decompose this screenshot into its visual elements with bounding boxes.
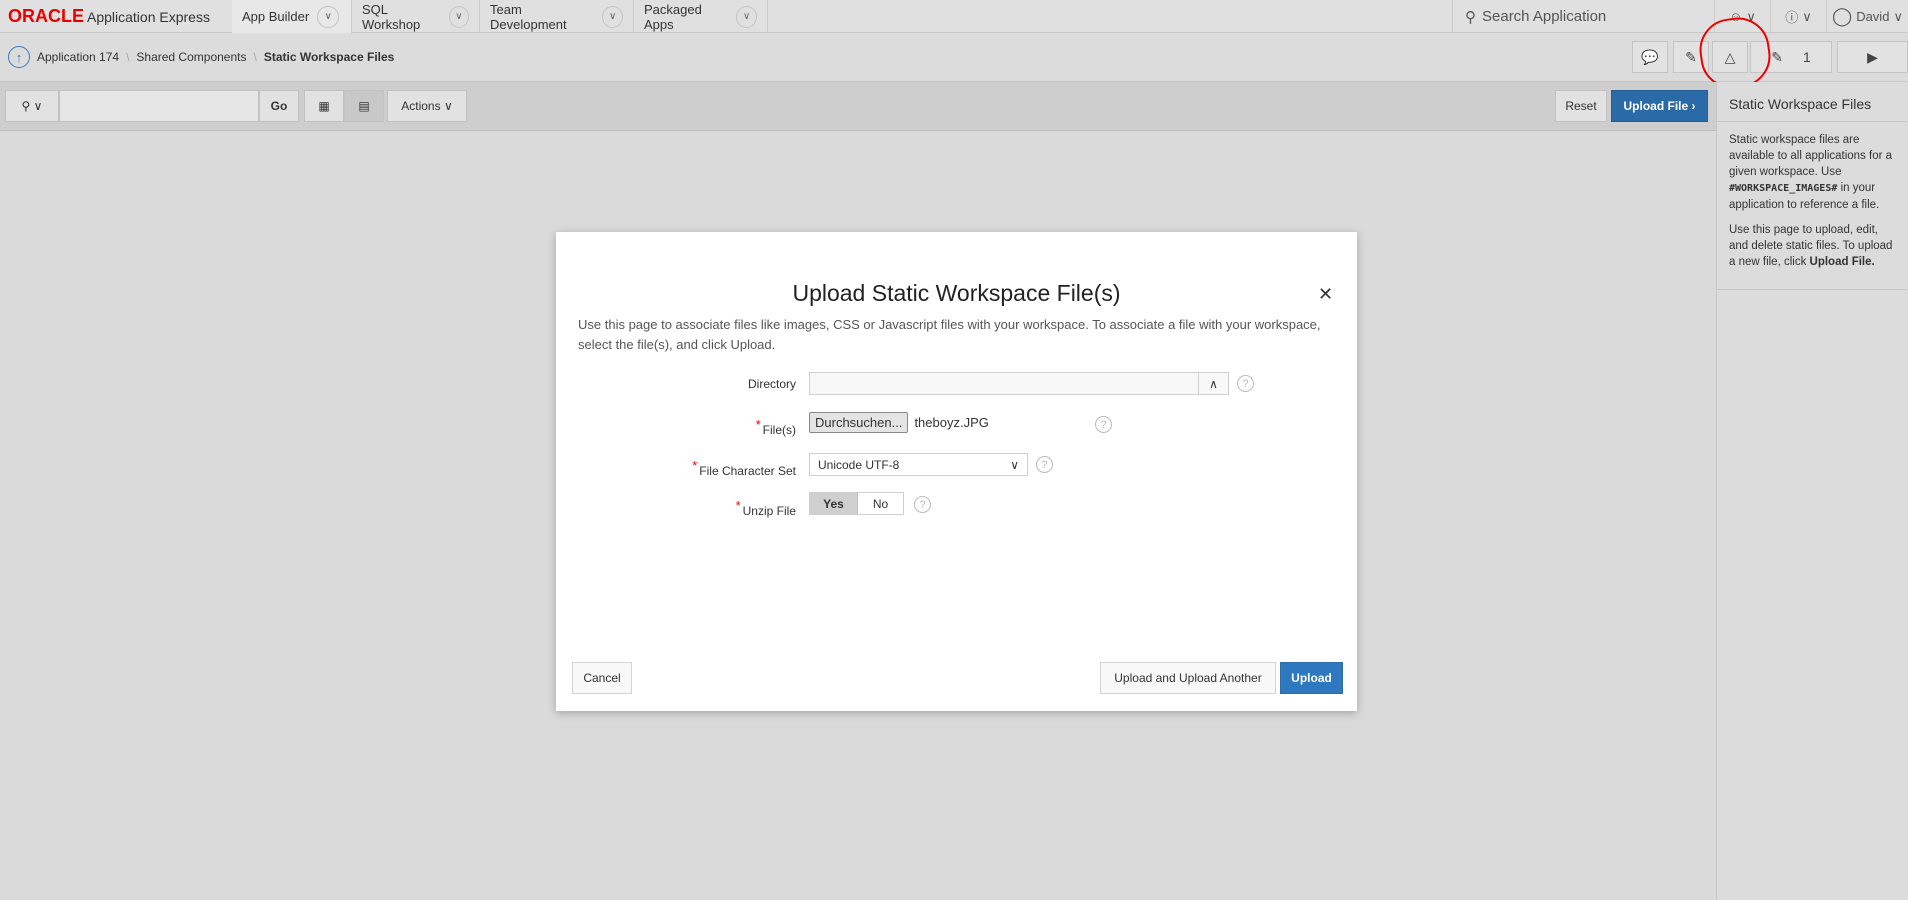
file-input[interactable]: Durchsuchen... theboyz.JPG xyxy=(809,412,989,433)
close-icon[interactable]: ✕ xyxy=(1318,284,1333,305)
unzip-no-option[interactable]: No xyxy=(858,497,903,511)
upload-button[interactable]: Upload xyxy=(1280,662,1343,694)
go-label: Go xyxy=(270,99,288,113)
breadcrumb-separator: \ xyxy=(126,50,130,64)
help-icon[interactable]: ? xyxy=(914,496,931,513)
reset-label: Reset xyxy=(1565,99,1597,113)
search-column-button[interactable]: ⚲ ∨ xyxy=(5,90,59,122)
upload-file-label: Upload File xyxy=(1623,99,1689,113)
run-button[interactable]: ▶ xyxy=(1837,41,1908,73)
breadcrumb-application[interactable]: Application 174 xyxy=(37,50,119,64)
help-icon[interactable]: ? xyxy=(1237,375,1254,392)
tab-label: Team Development xyxy=(490,1,567,32)
upload-label: Upload xyxy=(1291,671,1332,685)
help-icon: ⓘ xyxy=(1785,10,1799,25)
required-asterisk: * xyxy=(735,498,741,513)
actions-menu-button[interactable]: Actions ∨ xyxy=(387,90,467,122)
flashlight-icon: ✎ xyxy=(1685,48,1697,65)
help-panel-title: Static Workspace Files xyxy=(1717,82,1908,122)
browse-button[interactable]: Durchsuchen... xyxy=(809,412,909,433)
search-application-input[interactable]: ⚲ Search Application xyxy=(1452,0,1714,33)
unzip-yes-option[interactable]: Yes xyxy=(810,493,858,514)
help-icon[interactable]: ? xyxy=(1036,456,1053,473)
help-text-bold: Upload File. xyxy=(1809,256,1875,268)
chevron-down-icon: ∨ xyxy=(1010,457,1019,472)
tab-label: SQL Workshop xyxy=(362,1,421,32)
search-placeholder: Search Application xyxy=(1482,8,1607,25)
tab-team-development[interactable]: Team Development ∨ xyxy=(480,0,634,33)
breadcrumb-current-page: Static Workspace Files xyxy=(263,50,395,64)
unzip-label: * Unzip File xyxy=(735,498,796,518)
chevron-down-icon[interactable]: ∨ xyxy=(736,5,757,28)
arrow-up-icon[interactable]: ↑ xyxy=(8,46,30,68)
help-menu-button[interactable]: ⓘ ∨ xyxy=(1770,0,1826,33)
unzip-toggle: Yes No xyxy=(809,492,904,515)
directory-field[interactable]: ∧ xyxy=(809,372,1229,395)
chevron-down-icon[interactable]: ∨ xyxy=(448,5,469,28)
product-name: Application Express xyxy=(87,9,210,25)
directory-label: Directory xyxy=(747,377,796,391)
oracle-apex-logo[interactable]: ORACLE Application Express xyxy=(8,6,210,27)
tab-sql-workshop[interactable]: SQL Workshop ∨ xyxy=(352,0,480,33)
breadcrumb: ↑ Application 174 \ Shared Components \ St… xyxy=(8,46,394,68)
cancel-button[interactable]: Cancel xyxy=(572,662,632,694)
charset-label: * File Character Set xyxy=(692,458,796,478)
required-asterisk: * xyxy=(692,458,698,473)
search-icon: ⚲ xyxy=(1465,8,1476,26)
user-name: David xyxy=(1856,9,1890,24)
help-panel-body: Static workspace files are available to … xyxy=(1717,122,1908,290)
icon-view-button[interactable]: ▦ xyxy=(304,90,344,122)
feedback-button[interactable]: 💬 xyxy=(1632,41,1668,73)
upload-another-label: Upload and Upload Another xyxy=(1114,671,1262,685)
chevron-down-icon[interactable]: ∨ xyxy=(317,5,340,28)
files-label: * File(s) xyxy=(755,417,796,437)
grid-icon: ▦ xyxy=(318,99,330,113)
avatar-icon: ◯ xyxy=(1832,6,1853,26)
selected-file-name: theboyz.JPG xyxy=(914,415,989,430)
help-text: Static workspace files are available to … xyxy=(1729,134,1893,178)
report-search-input[interactable] xyxy=(59,90,259,122)
breadcrumb-separator: \ xyxy=(253,50,257,64)
help-panel: Static Workspace Files Static workspace … xyxy=(1716,82,1908,900)
chevron-down-icon: ∨ xyxy=(1802,8,1812,24)
edit-page-count: 1 xyxy=(1802,49,1811,65)
chevron-down-icon[interactable]: ∨ xyxy=(602,5,623,28)
upload-file-button[interactable]: Upload File › xyxy=(1611,90,1708,122)
tab-packaged-apps[interactable]: Packaged Apps ∨ xyxy=(634,0,768,33)
tab-label: App Builder xyxy=(242,9,310,24)
chevron-up-icon[interactable]: ∧ xyxy=(1198,373,1228,394)
user-menu-button[interactable]: ◯ David ∨ xyxy=(1826,0,1908,33)
dialog-description: Use this page to associate files like im… xyxy=(578,317,1321,352)
reset-button[interactable]: Reset xyxy=(1555,90,1607,122)
search-icon: ⚲ ∨ xyxy=(21,99,43,113)
help-icon[interactable]: ? xyxy=(1095,416,1112,433)
charset-value: Unicode UTF-8 xyxy=(818,457,900,472)
tab-label: Packaged Apps xyxy=(644,1,702,32)
substitution-string: #WORKSPACE_IMAGES# xyxy=(1729,183,1838,194)
charset-select[interactable]: Unicode UTF-8 ∨ xyxy=(809,453,1028,476)
top-navigation-bar: ORACLE Application Express App Builder ∨ S… xyxy=(0,0,1908,33)
play-icon: ▶ xyxy=(1867,48,1878,65)
edit-icon: ✎ xyxy=(1771,48,1783,65)
cancel-label: Cancel xyxy=(583,671,621,685)
go-button[interactable]: Go xyxy=(259,90,299,122)
actions-label: Actions xyxy=(401,99,441,113)
report-view-button[interactable]: ▤ xyxy=(344,90,384,122)
chevron-down-icon: ∨ xyxy=(1893,8,1903,24)
tab-app-builder[interactable]: App Builder ∨ xyxy=(232,0,352,33)
required-asterisk: * xyxy=(755,417,761,432)
dialog-title: Upload Static Workspace File(s) xyxy=(792,280,1121,306)
table-icon: ▤ xyxy=(358,99,370,113)
breadcrumb-shared-components[interactable]: Shared Components xyxy=(136,50,246,64)
comment-plus-icon: 💬 xyxy=(1641,48,1659,65)
upload-and-upload-another-button[interactable]: Upload and Upload Another xyxy=(1100,662,1276,694)
brand-text: ORACLE xyxy=(8,6,84,26)
upload-dialog: Upload Static Workspace File(s) ✕ Use th… xyxy=(556,232,1357,711)
